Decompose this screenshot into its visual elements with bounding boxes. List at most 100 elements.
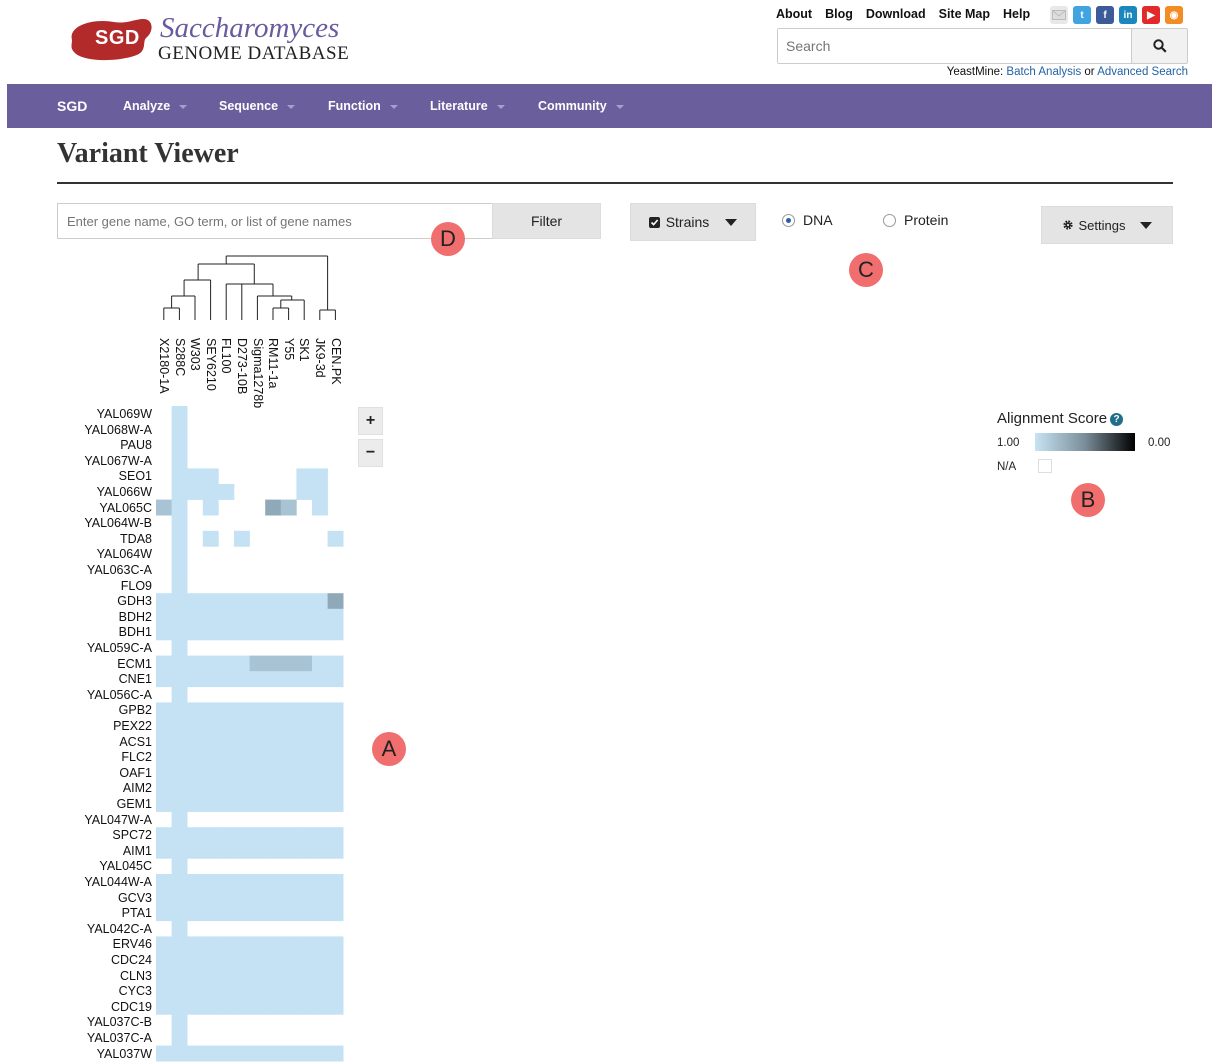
heatmap-cell[interactable] — [296, 967, 313, 984]
heatmap-cell[interactable] — [280, 967, 297, 984]
heatmap-cell[interactable] — [156, 1045, 172, 1062]
heatmap-cell[interactable] — [280, 1045, 297, 1062]
heatmap-cell[interactable] — [234, 702, 250, 719]
heatmap-cell[interactable] — [202, 733, 219, 750]
heatmap-cell[interactable] — [218, 764, 235, 781]
heatmap-cell[interactable] — [156, 593, 172, 610]
heatmap-cell[interactable] — [202, 842, 219, 859]
heatmap-cell[interactable] — [265, 671, 282, 688]
heatmap-cell[interactable] — [312, 764, 328, 781]
twitter-icon[interactable]: t — [1073, 6, 1091, 24]
heatmap-cell[interactable] — [234, 671, 250, 688]
heatmap-cell[interactable] — [265, 593, 282, 610]
heatmap-cell[interactable] — [171, 452, 188, 469]
heatmap-cell[interactable] — [280, 671, 297, 688]
gene-label[interactable]: TDA8 — [42, 532, 152, 548]
heatmap-cell[interactable] — [202, 796, 219, 812]
gene-label[interactable]: YAL068W-A — [42, 423, 152, 439]
gene-label[interactable]: YAL066W — [42, 485, 152, 501]
heatmap-cell[interactable] — [249, 796, 266, 812]
heatmap-cell[interactable] — [187, 889, 204, 906]
heatmap-cell[interactable] — [327, 718, 344, 734]
heatmap-cell[interactable] — [312, 468, 328, 485]
heatmap-cell[interactable] — [265, 1045, 282, 1062]
heatmap-cell[interactable] — [187, 905, 204, 922]
heatmap-cell[interactable] — [327, 671, 344, 688]
heatmap-cell[interactable] — [234, 983, 250, 1000]
heatmap-cell[interactable] — [202, 468, 219, 485]
heatmap-cell[interactable] — [249, 655, 266, 672]
heatmap-cell[interactable] — [218, 967, 235, 984]
youtube-icon[interactable]: ▶ — [1142, 6, 1160, 24]
heatmap-cell[interactable] — [171, 718, 188, 734]
heatmap-cell[interactable] — [280, 827, 297, 844]
gene-label[interactable]: YAL037W — [42, 1047, 152, 1062]
heatmap-cell[interactable] — [280, 983, 297, 1000]
heatmap-cell[interactable] — [312, 889, 328, 906]
strain-label[interactable]: FL100 — [219, 338, 233, 373]
heatmap-cell[interactable] — [296, 874, 313, 890]
advanced-search-link[interactable]: Advanced Search — [1097, 66, 1188, 78]
gene-label[interactable]: GEM1 — [42, 797, 152, 813]
top-link-site-map[interactable]: Site Map — [939, 7, 990, 21]
heatmap-cell[interactable] — [156, 499, 172, 516]
heatmap-cell[interactable] — [249, 842, 266, 859]
heatmap-cell[interactable] — [296, 936, 313, 953]
heatmap-cell[interactable] — [156, 624, 172, 641]
heatmap-cell[interactable] — [218, 796, 235, 812]
heatmap-cell[interactable] — [187, 874, 204, 890]
heatmap-cell[interactable] — [202, 702, 219, 719]
strain-label[interactable]: JK9-3d — [313, 338, 327, 378]
heatmap-cell[interactable] — [265, 702, 282, 719]
heatmap-cell[interactable] — [312, 718, 328, 734]
gene-label[interactable]: ECM1 — [42, 657, 152, 673]
heatmap-cell[interactable] — [171, 889, 188, 906]
heatmap-cell[interactable] — [156, 998, 172, 1015]
heatmap-cell[interactable] — [312, 702, 328, 719]
heatmap-cell[interactable] — [280, 593, 297, 610]
heatmap-cell[interactable] — [202, 967, 219, 984]
heatmap-cell[interactable] — [296, 718, 313, 734]
gene-label[interactable]: SPC72 — [42, 828, 152, 844]
heatmap-cell[interactable] — [296, 702, 313, 719]
heatmap-cell[interactable] — [312, 983, 328, 1000]
heatmap-cell[interactable] — [218, 780, 235, 797]
heatmap-cell[interactable] — [327, 983, 344, 1000]
heatmap-cell[interactable] — [312, 749, 328, 766]
heatmap-cell[interactable] — [327, 936, 344, 953]
heatmap-cell[interactable] — [171, 1045, 188, 1062]
heatmap-cell[interactable] — [280, 733, 297, 750]
heatmap-cell[interactable] — [296, 983, 313, 1000]
heatmap-cell[interactable] — [171, 920, 188, 937]
heatmap-cell[interactable] — [234, 905, 250, 922]
gene-label[interactable]: ACS1 — [42, 735, 152, 751]
heatmap-cell[interactable] — [296, 671, 313, 688]
nav-sequence[interactable]: Sequence — [219, 99, 296, 113]
heatmap-cell[interactable] — [312, 905, 328, 922]
gene-label[interactable]: CNE1 — [42, 672, 152, 688]
heatmap-cell[interactable] — [312, 671, 328, 688]
strain-label[interactable]: X2180-1A — [157, 338, 171, 394]
heatmap-cell[interactable] — [296, 1045, 313, 1062]
heatmap-cell[interactable] — [249, 983, 266, 1000]
heatmap-cell[interactable] — [265, 499, 282, 516]
heatmap-cell[interactable] — [156, 718, 172, 734]
heatmap-cell[interactable] — [156, 842, 172, 859]
gene-label[interactable]: PTA1 — [42, 906, 152, 922]
heatmap-cell[interactable] — [249, 905, 266, 922]
heatmap-cell[interactable] — [171, 421, 188, 438]
heatmap-cell[interactable] — [202, 998, 219, 1015]
heatmap-cell[interactable] — [327, 796, 344, 812]
heatmap-cell[interactable] — [249, 952, 266, 968]
heatmap-cell[interactable] — [327, 608, 344, 625]
heatmap-cell[interactable] — [265, 796, 282, 812]
heatmap-cell[interactable] — [171, 577, 188, 594]
heatmap-cell[interactable] — [327, 733, 344, 750]
mail-icon[interactable] — [1050, 6, 1068, 24]
heatmap-cell[interactable] — [171, 952, 188, 968]
heatmap-cell[interactable] — [327, 780, 344, 797]
heatmap-cell[interactable] — [171, 733, 188, 750]
heatmap-cell[interactable] — [171, 827, 188, 844]
heatmap-cell[interactable] — [249, 874, 266, 890]
heatmap-cell[interactable] — [234, 608, 250, 625]
